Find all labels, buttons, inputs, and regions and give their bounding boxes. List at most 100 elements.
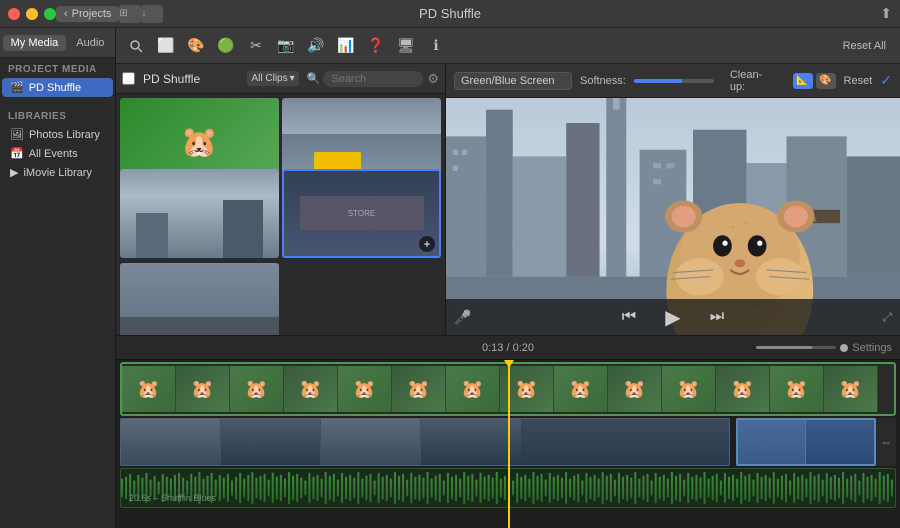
browser-toolbar: PD Shuffle All Clips ▾ 🔍 ⚙ [116, 64, 445, 94]
timeline-time: 0:13 / 0:20 [482, 342, 534, 354]
sidebar-item-pd-shuffle[interactable]: 🎬 PD Shuffle [2, 78, 113, 97]
audio-track-label: 20.6s – Shufflin Blues [129, 493, 216, 503]
playback-controls: 🎤 ⏮ ▶ ⏭ ⤢ [446, 299, 900, 335]
add-to-project-icon[interactable]: + [419, 236, 435, 252]
thumbnail-street[interactable] [120, 263, 279, 335]
filter-icon[interactable]: ⚙ [427, 71, 439, 87]
hamster-frame-1: 🐹 [122, 366, 176, 412]
back-projects-button[interactable]: ‹ Projects [56, 6, 119, 22]
city-track[interactable]: ⇔ [120, 418, 896, 466]
sidebar-item-pd-shuffle-label: PD Shuffle [29, 82, 81, 94]
cleanup-label: Clean-up: [730, 69, 777, 93]
city-clip-1 [120, 418, 730, 466]
fullscreen-button[interactable]: ⤢ [882, 310, 892, 325]
sidebar-item-events[interactable]: 📅 All Events [2, 144, 113, 163]
crop-icon[interactable]: ⬜ [154, 34, 178, 58]
hamster-frame-11: 🐹 [662, 366, 716, 412]
hamster-frame-9: 🐹 [554, 366, 608, 412]
hamster-track[interactable]: 🐹 🐹 🐹 🐹 🐹 🐹 🐹 🐹 🐹 🐹 🐹 🐹 🐹 🐹 [120, 362, 896, 416]
cleanup-toggle: 📐 🎨 [793, 73, 836, 89]
tab-my-media[interactable]: My Media [3, 35, 67, 51]
zoom-slider[interactable] [756, 346, 836, 349]
chroma-controls: Green/Blue Screen Softness: Clean-up: 📐 … [446, 64, 900, 98]
hamster-frame-12: 🐹 [716, 366, 770, 412]
mic-button[interactable]: 🎤 [454, 309, 471, 326]
import-button[interactable]: ↓ [141, 5, 163, 23]
sidebar-item-imovie[interactable]: ▶ iMovie Library [2, 163, 113, 182]
top-toolbar: ⬜ 🎨 🟢 ✂ 📷 🔊 📊 ❓ 🖥 ℹ Reset All [116, 28, 900, 64]
info-icon[interactable]: ℹ [424, 34, 448, 58]
browser-checkbox[interactable] [122, 72, 135, 85]
sidebar-item-imovie-label: iMovie Library [23, 167, 91, 179]
timeline-tracks: 🐹 🐹 🐹 🐹 🐹 🐹 🐹 🐹 🐹 🐹 🐹 🐹 🐹 🐹 [116, 360, 900, 528]
main-content: My Media Audio PROJECT MEDIA 🎬 PD Shuffl… [0, 28, 900, 528]
hamster-frame-5: 🐹 [338, 366, 392, 412]
cleanup-toggle-on[interactable]: 📐 [793, 73, 813, 89]
minimize-button[interactable] [26, 8, 38, 20]
hamster-frame-4: 🐹 [284, 366, 338, 412]
sidebar-item-photos-label: Photos Library [29, 129, 100, 141]
browser-title: PD Shuffle [143, 72, 200, 86]
project-media-label: PROJECT MEDIA [0, 58, 115, 78]
thumbnail-grid: 🐹 [116, 94, 445, 335]
hamster-frame-3: 🐹 [230, 366, 284, 412]
city-clip-2 [736, 418, 876, 466]
hamster-frame-14: 🐹 [824, 366, 878, 412]
thumbnail-store-front[interactable]: STORE + [282, 169, 441, 258]
camera-icon[interactable]: 📷 [274, 34, 298, 58]
media-browser: PD Shuffle All Clips ▾ 🔍 ⚙ 🐹 [116, 64, 446, 335]
photos-icon: 🖼 [10, 128, 24, 141]
timeline-zoom: Settings [756, 342, 892, 354]
media-tabs: My Media Audio [0, 28, 115, 58]
skip-back-button[interactable]: ⏮ [615, 303, 643, 331]
reset-all-button[interactable]: Reset All [837, 37, 892, 55]
audio-track[interactable]: // This won't execute in SVG context, so… [120, 468, 896, 508]
search-container: 🔍 [307, 71, 424, 87]
hamster-frame-7: 🐹 [446, 366, 500, 412]
video-preview[interactable]: BANANA [446, 98, 900, 335]
sidebar-item-photos[interactable]: 🖼 Photos Library [2, 125, 113, 144]
all-clips-filter[interactable]: All Clips ▾ [247, 71, 298, 86]
reset-button[interactable]: Reset [844, 75, 873, 87]
timeline-area: 0:13 / 0:20 Settings 🐹 [116, 336, 900, 528]
share-button[interactable]: ⬆ [880, 5, 892, 22]
chroma-filter-select[interactable]: Green/Blue Screen [454, 72, 572, 90]
question-icon[interactable]: ❓ [364, 34, 388, 58]
play-pause-button[interactable]: ▶ [659, 303, 687, 331]
search-toolbar-icon[interactable] [124, 34, 148, 58]
chevron-left-icon: ‹ [64, 8, 68, 20]
libraries-label: LIBRARIES [0, 105, 115, 125]
hamster-thumbnails: 🐹 🐹 🐹 🐹 🐹 🐹 🐹 🐹 🐹 🐹 🐹 🐹 🐹 🐹 [122, 364, 894, 414]
timeline-header: 0:13 / 0:20 Settings [116, 336, 900, 360]
monitor-icon[interactable]: 🖥 [394, 34, 418, 58]
hamster-frame-6: 🐹 [392, 366, 446, 412]
grid-view-button[interactable]: ⊞ [119, 5, 141, 23]
cleanup-toggle-off[interactable]: 🎨 [816, 73, 836, 89]
title-bar: ‹ Projects ⊞ ↓ PD Shuffle ⬆ [0, 0, 900, 28]
hamster-frame-13: 🐹 [770, 366, 824, 412]
maximize-button[interactable] [44, 8, 56, 20]
traffic-lights [8, 8, 56, 20]
close-button[interactable] [8, 8, 20, 20]
settings-label[interactable]: Settings [852, 342, 892, 354]
color-wheel-icon[interactable]: 🎨 [184, 34, 208, 58]
skip-forward-button[interactable]: ⏭ [703, 303, 731, 331]
imovie-icon: ▶ [10, 166, 18, 179]
trim-icon[interactable]: ✂ [244, 34, 268, 58]
thumbnail-city-wide[interactable] [120, 169, 279, 258]
tab-audio[interactable]: Audio [68, 35, 112, 51]
hamster-frame-8: 🐹 [500, 366, 554, 412]
sidebar-item-events-label: All Events [29, 148, 78, 160]
expand-track-icon[interactable]: ⇔ [876, 418, 896, 466]
audio-icon[interactable]: 🔊 [304, 34, 328, 58]
search-input[interactable] [323, 71, 423, 87]
preview-panel: Green/Blue Screen Softness: Clean-up: 📐 … [446, 64, 900, 335]
zoom-thumb [840, 344, 848, 352]
confirm-icon[interactable]: ✓ [880, 72, 892, 89]
chroma-icon[interactable]: 🟢 [214, 34, 238, 58]
media-icon: 🎬 [10, 81, 24, 94]
waveform-svg: // This won't execute in SVG context, so… [121, 469, 895, 507]
chart-icon[interactable]: 📊 [334, 34, 358, 58]
window-title: PD Shuffle [419, 6, 481, 21]
softness-slider[interactable] [634, 79, 714, 83]
